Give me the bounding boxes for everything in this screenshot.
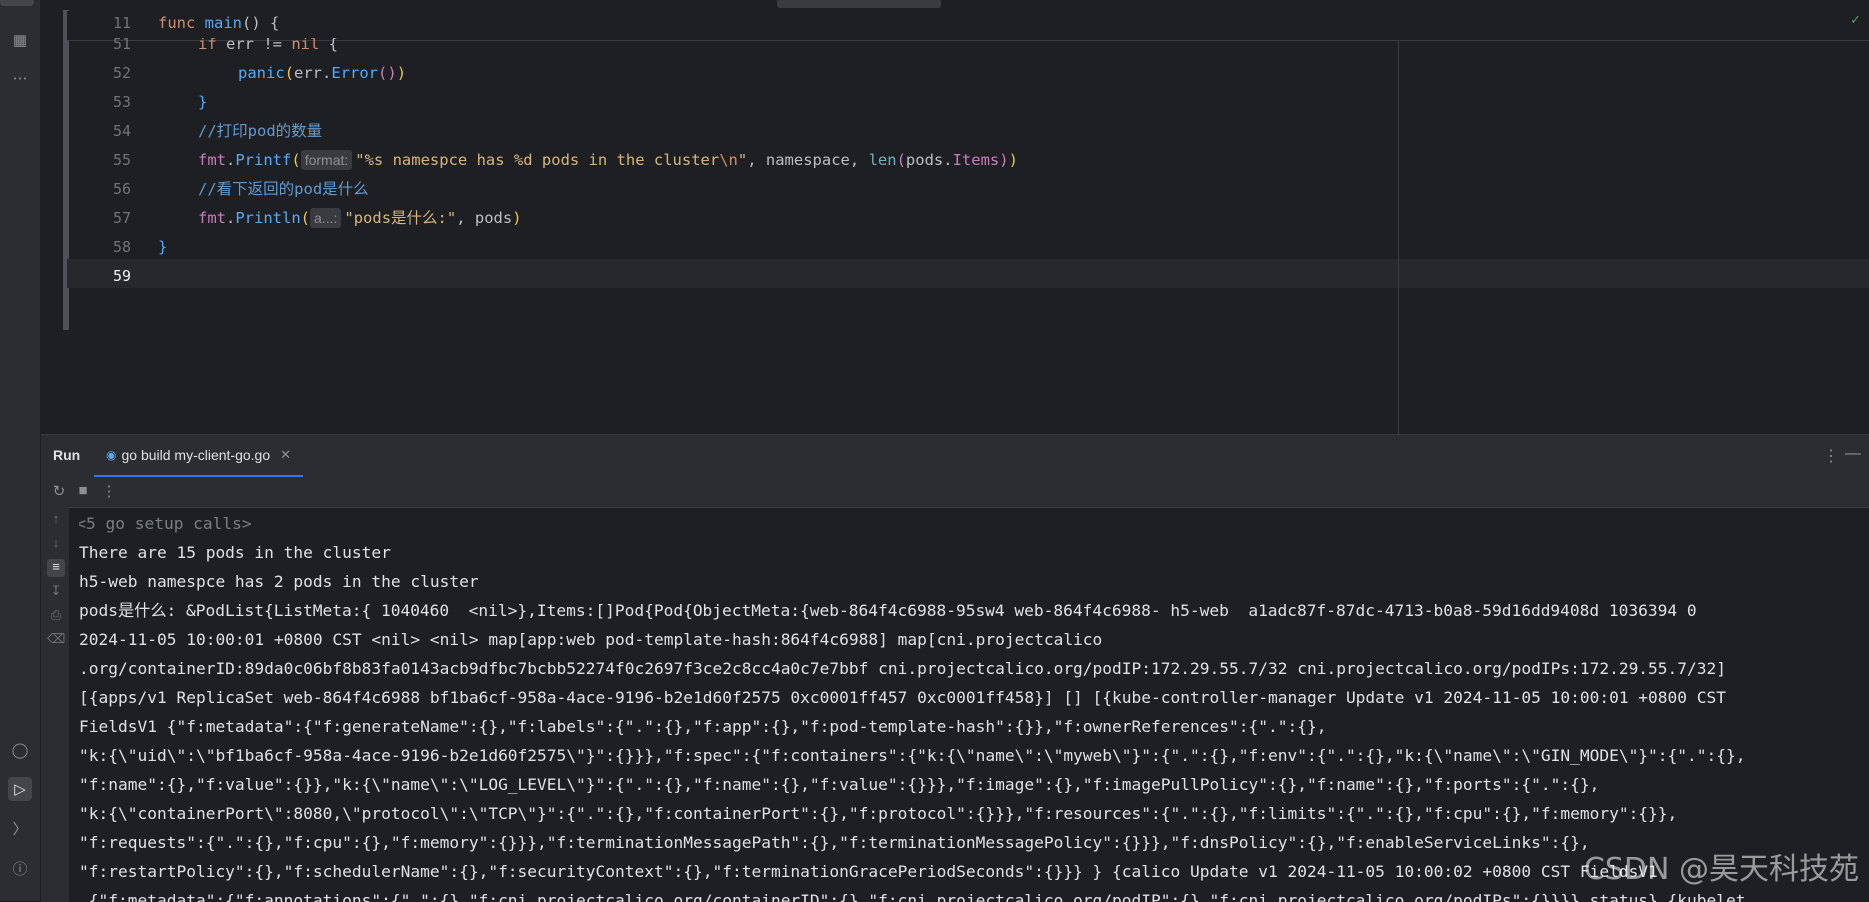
console-line: "k:{\"containerPort\":8080,\"protocol\":… <box>79 804 1678 823</box>
structure-icon[interactable]: ▦ <box>8 28 32 52</box>
console-line: "f:name":{},"f:value":{}},"k:{\"name\":\… <box>79 775 1600 794</box>
close-icon[interactable]: ✕ <box>280 447 291 463</box>
line-number-current: 59 <box>112 267 131 285</box>
scroll-to-end-icon[interactable]: ↧ <box>47 583 65 601</box>
code-line-57: fmt.Println(a...: "pods是什么:", pods) <box>198 208 522 228</box>
trash-icon[interactable]: ⌫ <box>47 631 65 649</box>
go-file-icon: ◉ <box>106 448 117 462</box>
run-header: Run ◉ go build my-client-go.go ✕ ⋮ — <box>41 435 1869 477</box>
terminal-icon[interactable]: 〉 <box>8 816 32 840</box>
console-line: [{apps/v1 ReplicaSet web-864f4c6988 bf1b… <box>79 688 1727 707</box>
line-number: 57 <box>112 209 131 227</box>
code-line-52: panic(err.Error()) <box>238 64 407 82</box>
line-number: 51 <box>112 35 131 53</box>
arrow-up-icon[interactable]: ↑ <box>47 511 65 529</box>
toolbar-more-icon[interactable]: ⋮ <box>99 482 119 500</box>
top-tab-indicator <box>0 0 34 6</box>
minimize-icon[interactable]: — <box>1845 445 1861 463</box>
run-toolbar: ↻ ■ ⋮ <box>41 477 1869 508</box>
console-line: h5-web namespce has 2 pods in the cluste… <box>79 572 479 591</box>
problems-icon[interactable]: ⓘ <box>8 856 32 880</box>
code-editor[interactable]: 11 func main() { 51 52 53 54 55 56 57 58… <box>41 0 1869 434</box>
console-line: pods是什么: &PodList{ListMeta:{ 1040460 <ni… <box>79 601 1697 620</box>
console-line: FieldsV1 {"f:metadata":{"f:generateName"… <box>79 717 1327 736</box>
editor-scroll-thumb[interactable] <box>777 0 941 8</box>
run-tool-icon[interactable]: ▷ <box>8 777 32 801</box>
console-side-tools: ↑ ↓ ≡ ↧ ⎙ ⌫ <box>41 507 69 902</box>
console-line: "k:{\"uid\":\"bf1ba6cf-958a-4ace-9196-b2… <box>79 746 1746 765</box>
console-line: 2024-11-05 10:00:01 +0800 CST <nil> <nil… <box>79 630 1103 649</box>
param-hint-a: a...: <box>310 208 342 228</box>
run-tab-label: go build my-client-go.go <box>121 447 271 463</box>
console-line: .org/containerID:89da0c06bf8b83fa0143acb… <box>79 659 1727 678</box>
console-line: {"f:metadata":{"f:annotations":{".":{},"… <box>79 891 1746 902</box>
code-line-55: fmt.Printf(format: "%s namespce has %d po… <box>198 150 1018 170</box>
left-tool-strip: ▦ ⋯ ◯ ▷ 〉 ⓘ <box>0 0 41 901</box>
watermark: CSDN @昊天科技苑 <box>1583 852 1859 887</box>
sticky-code: func main() { <box>158 14 280 32</box>
line-number: 53 <box>112 93 131 111</box>
console-line: There are 15 pods in the cluster <box>79 543 391 562</box>
run-title: Run <box>53 447 81 463</box>
line-number: 58 <box>112 238 131 256</box>
console-line[interactable]: ›<5 go setup calls> <box>79 509 1869 538</box>
stop-icon[interactable]: ■ <box>73 482 93 499</box>
rerun-icon[interactable]: ↻ <box>49 482 69 500</box>
print-icon[interactable]: ⎙ <box>47 607 65 625</box>
line-number: 55 <box>112 151 131 169</box>
arrow-down-icon[interactable]: ↓ <box>47 535 65 553</box>
more-options-icon[interactable]: ⋮ <box>1823 446 1839 466</box>
code-line-56: //看下返回的pod是什么 <box>198 180 369 198</box>
code-line-54: //打印pod的数量 <box>198 122 323 140</box>
sticky-scroll-header[interactable] <box>67 11 1869 41</box>
param-hint-format: format: <box>300 150 353 170</box>
line-number: 52 <box>112 64 131 82</box>
current-line-highlight <box>67 259 1869 288</box>
right-margin-guide <box>1398 40 1399 434</box>
line-number: 56 <box>112 180 131 198</box>
run-tool-window: Run ◉ go build my-client-go.go ✕ ⋮ — ↻ ■… <box>41 434 1869 902</box>
soft-wrap-icon[interactable]: ≡ <box>47 559 65 577</box>
services-icon[interactable]: ◯ <box>8 738 32 762</box>
line-number: 54 <box>112 122 131 140</box>
code-line-53: } <box>198 93 208 111</box>
more-tools-icon[interactable]: ⋯ <box>8 66 32 90</box>
code-line-58: } <box>158 238 168 256</box>
inspection-ok-icon[interactable]: ✓ <box>1850 12 1861 28</box>
run-config-tab[interactable]: ◉ go build my-client-go.go ✕ <box>94 435 304 477</box>
